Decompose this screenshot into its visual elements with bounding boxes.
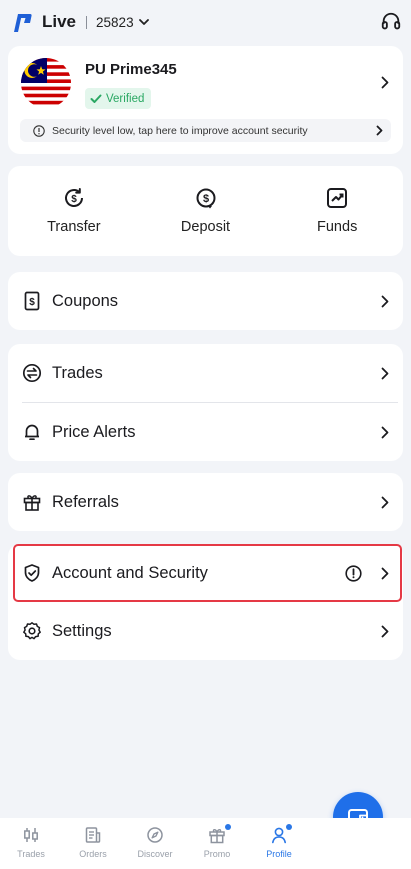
account-mode: Live <box>42 12 77 31</box>
menu-item-trades[interactable]: Trades <box>8 344 403 402</box>
coupons-label: Coupons <box>52 291 119 310</box>
quick-actions-card: $ Transfer $ Deposit Funds <box>8 166 403 256</box>
referrals-label: Referrals <box>52 492 119 511</box>
profile-card[interactable]: PU Prime345 Verified Security level low,… <box>8 46 403 154</box>
compass-icon <box>147 827 163 843</box>
security-notice[interactable]: Security level low, tap here to improve … <box>20 119 391 142</box>
chevron-right-icon <box>381 367 389 379</box>
menu-item-coupons[interactable]: $ Coupons <box>8 272 403 330</box>
verified-badge: Verified <box>85 88 152 109</box>
chevron-right-icon <box>376 125 383 136</box>
account-security-label: Account and Security <box>52 563 208 582</box>
bottom-navigation: Trades Orders Discover Promo Profile <box>0 818 411 869</box>
account-switcher[interactable]: 25823 <box>96 15 149 30</box>
nav-orders[interactable]: Orders <box>62 818 124 869</box>
candlestick-icon <box>24 828 38 842</box>
deposit-icon: $ <box>196 188 215 209</box>
shield-icon <box>24 564 40 582</box>
funds-label: Funds <box>317 219 358 235</box>
country-flag-avatar <box>21 58 71 108</box>
header-separator <box>86 15 88 29</box>
verified-label: Verified <box>106 92 145 105</box>
nav-trades-label: Trades <box>17 849 45 859</box>
bell-icon <box>25 424 39 441</box>
brand-logo <box>14 14 32 32</box>
chevron-right-icon <box>381 295 389 307</box>
menu-item-referrals[interactable]: Referrals <box>8 473 403 531</box>
trading-card: Trades Price Alerts <box>8 344 403 461</box>
profile-notification-dot <box>286 824 292 830</box>
nav-orders-label: Orders <box>79 849 107 859</box>
chevron-right-icon <box>381 76 389 89</box>
headset-icon[interactable] <box>380 11 402 33</box>
referrals-card: Referrals <box>8 473 403 531</box>
price-alerts-label: Price Alerts <box>52 422 136 441</box>
svg-text:$: $ <box>71 194 77 205</box>
menu-item-price-alerts[interactable]: Price Alerts <box>8 403 403 461</box>
nav-discover[interactable]: Discover <box>124 818 186 869</box>
trades-label: Trades <box>52 363 103 382</box>
menu-item-settings[interactable]: Settings <box>8 602 403 660</box>
menu-item-account-security[interactable]: Account and Security <box>8 544 403 602</box>
funds-button[interactable]: Funds <box>271 166 403 256</box>
coupon-icon: $ <box>24 291 40 311</box>
chevron-down-icon <box>138 18 149 25</box>
nav-profile-label: Profile <box>266 849 292 859</box>
promo-notification-dot <box>225 824 231 830</box>
nav-profile[interactable]: Profile <box>248 818 310 869</box>
account-number: 25823 <box>96 14 134 30</box>
chevron-right-icon <box>381 426 389 438</box>
profile-name: PU Prime345 <box>85 61 177 78</box>
nav-discover-label: Discover <box>137 849 173 859</box>
nav-promo[interactable]: Promo <box>186 818 248 869</box>
deposit-button[interactable]: $ Deposit <box>140 166 272 256</box>
nav-trades[interactable]: Trades <box>0 818 62 869</box>
user-icon <box>272 827 286 844</box>
warning-icon <box>345 564 362 582</box>
settings-label: Settings <box>52 621 112 640</box>
svg-text:$: $ <box>29 297 35 308</box>
info-icon <box>33 124 45 137</box>
gift-icon <box>209 829 225 844</box>
check-icon <box>90 94 102 103</box>
chevron-right-icon <box>381 496 389 508</box>
coupons-card: $ Coupons <box>8 272 403 330</box>
funds-icon <box>327 188 348 208</box>
swap-icon <box>22 363 42 383</box>
top-bar: Live 25823 <box>0 0 411 44</box>
gear-icon <box>23 622 41 640</box>
transfer-button[interactable]: $ Transfer <box>8 166 140 256</box>
nav-promo-label: Promo <box>203 849 231 859</box>
transfer-label: Transfer <box>47 219 101 235</box>
chevron-right-icon <box>381 567 389 579</box>
svg-text:$: $ <box>202 193 208 205</box>
chevron-right-icon <box>381 625 389 637</box>
orders-icon <box>85 827 101 843</box>
security-notice-text: Security level low, tap here to improve … <box>52 124 308 137</box>
account-card: Account and Security Settings <box>8 544 403 660</box>
gift-icon <box>23 495 41 511</box>
transfer-icon: $ <box>64 188 83 207</box>
deposit-label: Deposit <box>180 219 231 235</box>
